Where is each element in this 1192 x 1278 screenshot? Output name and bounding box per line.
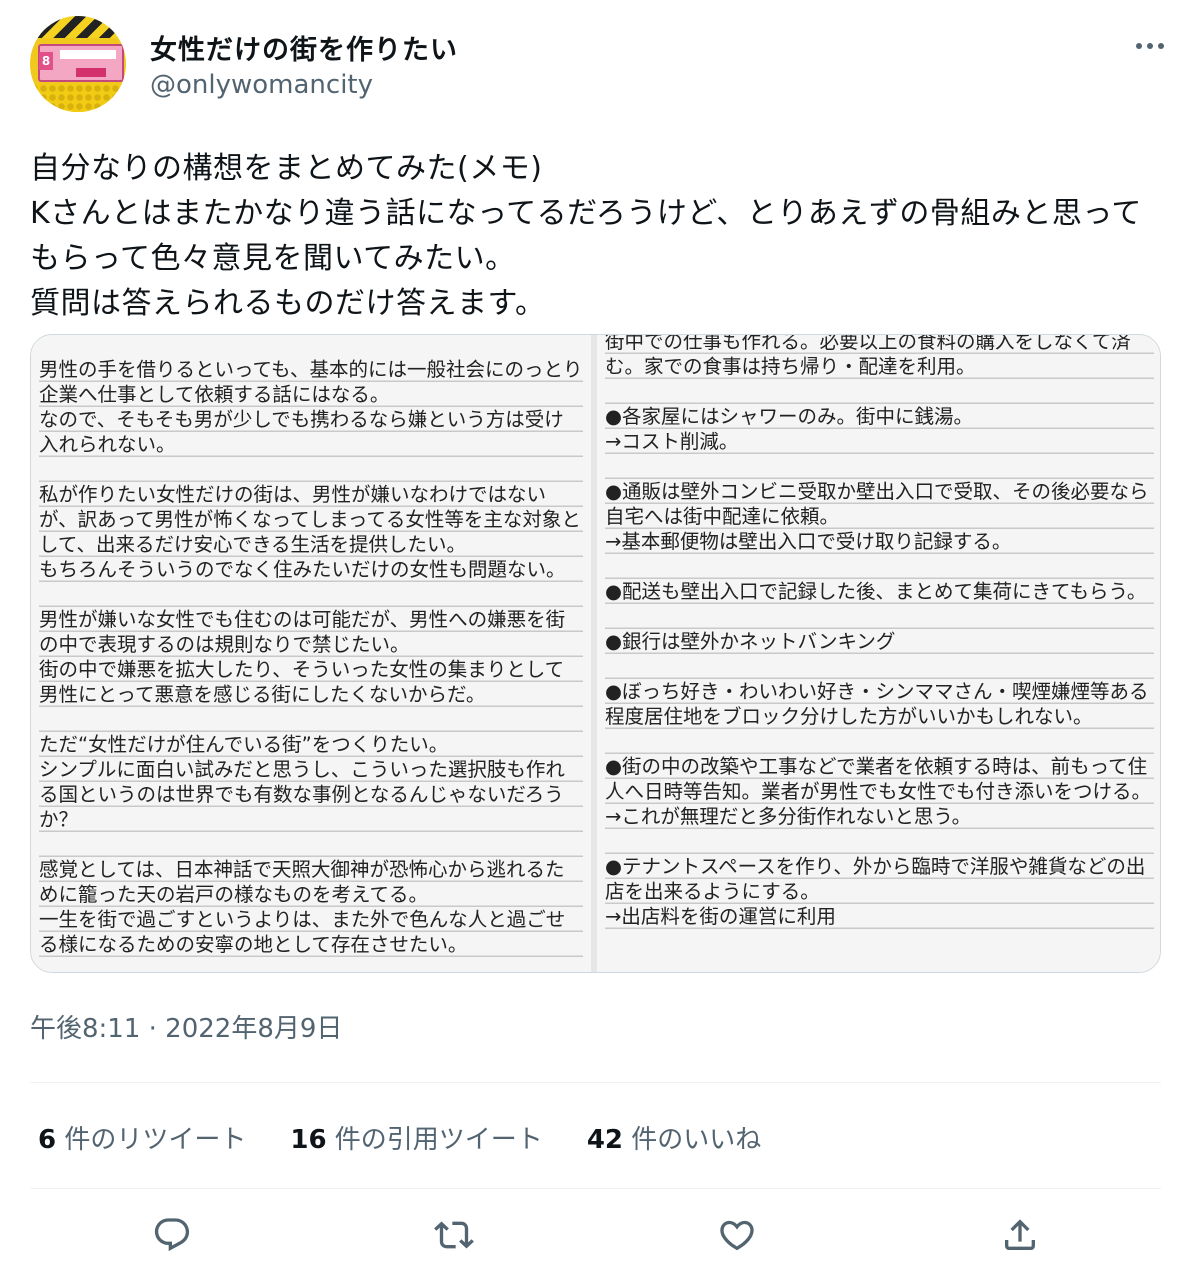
avatar-sign: 8 <box>38 44 124 82</box>
tweet-stats: 6 件のリツイート 16 件の引用ツイート 42 件のいいね <box>38 1117 805 1157</box>
retweets-label: 件のリツイート <box>56 1124 247 1155</box>
image-left-column: 男性の手を借りるといっても、基本的には一般社会にのっとり企業へ仕事として依頼する… <box>31 335 591 972</box>
likes-count: 42 <box>586 1124 623 1155</box>
tweet-image[interactable]: 男性の手を借りるといっても、基本的には一般社会にのっとり企業へ仕事として依頼する… <box>30 334 1161 973</box>
avatar-sign-label <box>60 50 116 59</box>
avatar-sign-sublabel <box>76 68 106 77</box>
likes-label: 件のいいね <box>623 1124 762 1155</box>
divider <box>30 1188 1161 1189</box>
retweets-stat[interactable]: 6 件のリツイート <box>38 1119 246 1156</box>
avatar-sign-number: 8 <box>39 52 53 70</box>
quotes-label: 件の引用ツイート <box>326 1124 543 1155</box>
share-icon <box>1005 1219 1035 1250</box>
display-name[interactable]: 女性だけの街を作りたい <box>150 28 458 67</box>
retweet-icon <box>434 1221 474 1249</box>
tweet-header: 8 女性だけの街を作りたい @onlywomancity <box>30 16 1170 116</box>
more-icon[interactable] <box>1130 34 1170 58</box>
avatar-tactile-floor <box>30 84 126 112</box>
avatar[interactable]: 8 <box>30 16 126 112</box>
likes-stat[interactable]: 42 件のいいね <box>587 1119 761 1156</box>
image-right-text: 街中での仕事も作れる。必要以上の食料の購入をしなくて済む。家での食事は持ち帰り・… <box>605 335 1154 929</box>
heart-icon <box>720 1220 754 1251</box>
like-button[interactable] <box>712 1210 762 1260</box>
retweets-count: 6 <box>38 1124 57 1155</box>
reply-button[interactable] <box>147 1210 197 1260</box>
reply-icon <box>154 1218 190 1252</box>
quotes-count: 16 <box>290 1124 327 1155</box>
image-left-text: 男性の手を借りるといっても、基本的には一般社会にのっとり企業へ仕事として依頼する… <box>39 357 583 957</box>
tweet-timestamp[interactable]: 午後8:11 · 2022年8月9日 <box>30 1008 342 1045</box>
retweet-button[interactable] <box>429 1210 479 1260</box>
user-handle[interactable]: @onlywomancity <box>150 70 373 100</box>
image-right-column: 街中での仕事も作れる。必要以上の食料の購入をしなくて済む。家での食事は持ち帰り・… <box>597 335 1160 972</box>
share-button[interactable] <box>995 1210 1045 1260</box>
divider <box>30 1082 1161 1083</box>
action-bar <box>30 1210 1161 1260</box>
quotes-stat[interactable]: 16 件の引用ツイート <box>290 1119 542 1156</box>
avatar-hazard-stripe <box>30 16 126 38</box>
tweet-text: 自分なりの構想をまとめてみた(メモ) Kさんとはまたかなり違う話になってるだろう… <box>30 151 1142 321</box>
